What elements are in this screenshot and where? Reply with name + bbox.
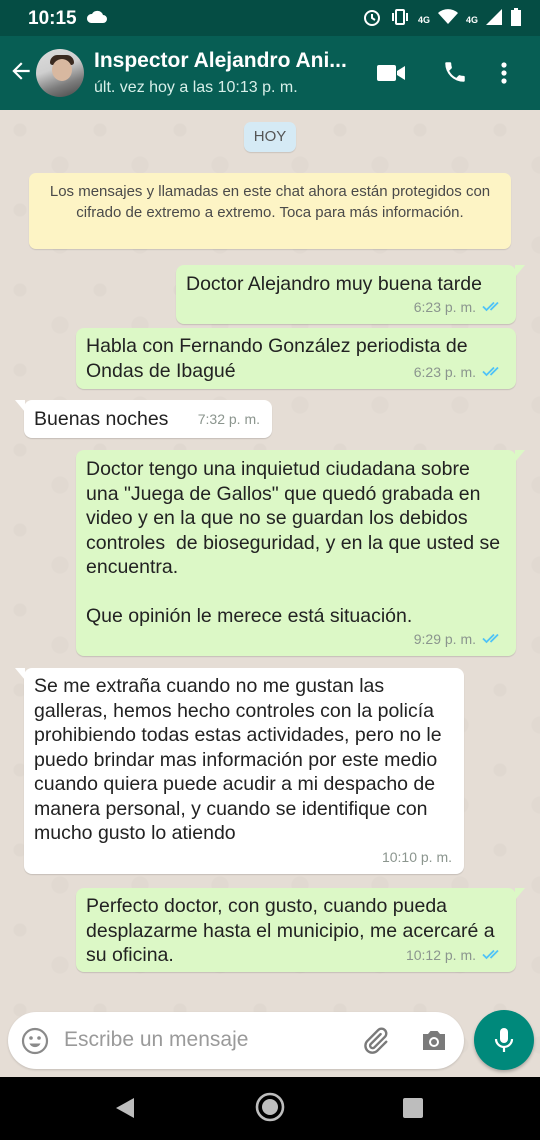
read-ticks-icon bbox=[482, 360, 504, 385]
message-time: 10:12 p. m. bbox=[405, 946, 476, 963]
message-time: 6:23 p. m. bbox=[413, 298, 476, 315]
message-meta: 10:10 p. m. bbox=[382, 845, 452, 870]
message-input[interactable] bbox=[64, 1025, 344, 1055]
message-meta: 9:29 p. m. bbox=[414, 627, 504, 652]
attach-icon[interactable] bbox=[360, 1026, 390, 1061]
alarm-icon bbox=[362, 7, 382, 32]
message-time: 6:23 p. m. bbox=[413, 363, 476, 380]
more-vert-icon[interactable] bbox=[500, 61, 508, 90]
message-outgoing[interactable]: Perfecto doctor, con gusto, cuando pueda… bbox=[76, 888, 525, 972]
nav-back-icon[interactable] bbox=[114, 1096, 136, 1125]
mic-button[interactable] bbox=[474, 1010, 534, 1070]
video-call-icon[interactable] bbox=[376, 62, 406, 89]
signal-icon bbox=[486, 9, 502, 30]
message-meta: 6:23 p. m. bbox=[414, 295, 504, 320]
date-chip: HOY bbox=[244, 122, 296, 152]
message-text: Se me extraña cuando no me gustan las ga… bbox=[34, 675, 448, 844]
message-text: Doctor Alejandro muy buena tarde bbox=[186, 273, 482, 295]
chat-header: Inspector Alejandro Ani... últ. vez hoy … bbox=[0, 36, 540, 110]
vibrate-icon bbox=[390, 7, 410, 32]
emoji-icon[interactable] bbox=[21, 1027, 49, 1060]
message-incoming[interactable]: Buenas noches 7:32 p. m. bbox=[15, 400, 272, 438]
status-icons: 4G 4G bbox=[362, 7, 522, 32]
wifi-icon bbox=[437, 9, 458, 30]
network-type-1: 4G bbox=[417, 14, 430, 25]
status-time: 10:15 bbox=[28, 8, 77, 29]
message-outgoing[interactable]: Habla con Fernando González periodista d… bbox=[76, 328, 516, 389]
avatar[interactable] bbox=[36, 49, 84, 97]
camera-icon[interactable] bbox=[420, 1027, 448, 1058]
message-time: 9:29 p. m. bbox=[413, 630, 476, 647]
read-ticks-icon bbox=[482, 943, 504, 968]
encryption-notice[interactable]: Los mensajes y llamadas en este chat aho… bbox=[29, 173, 511, 249]
message-outgoing[interactable]: Doctor Alejandro muy buena tarde 6:23 p.… bbox=[176, 265, 525, 324]
message-meta: 6:23 p. m. bbox=[414, 360, 504, 385]
chat-area[interactable]: HOY Los mensajes y llamadas en este chat… bbox=[0, 110, 540, 1076]
message-time: 7:32 p. m. bbox=[197, 410, 260, 427]
message-outgoing[interactable]: Doctor tengo una inquietud ciudadana sob… bbox=[76, 450, 525, 656]
cloud-icon bbox=[86, 9, 108, 30]
contact-name[interactable]: Inspector Alejandro Ani... bbox=[94, 49, 364, 73]
message-incoming[interactable]: Se me extraña cuando no me gustan las ga… bbox=[15, 668, 464, 874]
read-ticks-icon bbox=[482, 627, 504, 652]
message-meta: 7:32 p. m. bbox=[198, 407, 260, 432]
message-composer bbox=[8, 1012, 464, 1069]
network-type-2: 4G bbox=[465, 14, 478, 25]
nav-recents-icon[interactable] bbox=[402, 1097, 424, 1124]
back-arrow-icon[interactable] bbox=[8, 58, 34, 89]
last-seen: últ. vez hoy a las 10:13 p. m. bbox=[94, 79, 298, 96]
system-nav-bar bbox=[0, 1077, 540, 1140]
battery-icon bbox=[510, 8, 522, 31]
status-bar: 10:15 4G 4G bbox=[0, 0, 540, 36]
message-text: Doctor tengo una inquietud ciudadana sob… bbox=[86, 458, 501, 627]
phone-icon[interactable] bbox=[442, 59, 468, 90]
message-time: 10:10 p. m. bbox=[381, 848, 452, 865]
mic-icon bbox=[494, 1028, 514, 1052]
read-ticks-icon bbox=[482, 295, 504, 320]
message-meta: 10:12 p. m. bbox=[406, 943, 504, 968]
nav-home-icon[interactable] bbox=[254, 1091, 286, 1128]
